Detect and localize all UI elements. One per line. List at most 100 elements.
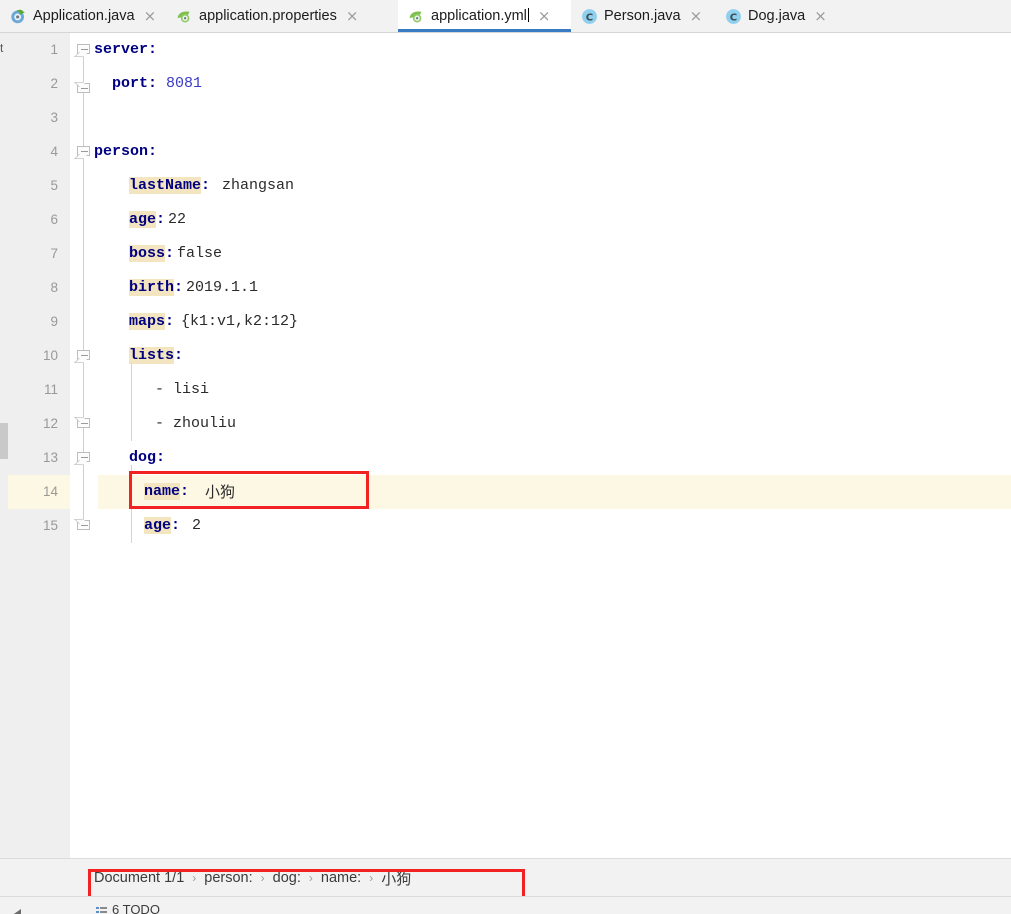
code-token-key: lists: <box>129 347 184 364</box>
status-todo-item[interactable]: 6 TODO <box>95 902 160 914</box>
line-number: 2 <box>50 76 58 91</box>
fold-minus-box <box>77 452 90 462</box>
gutter-line: 11 <box>8 373 70 407</box>
status-run-item[interactable] <box>10 905 27 914</box>
todo-list-icon <box>96 906 107 913</box>
indent-guide <box>131 465 132 543</box>
tab-application-properties[interactable]: application.properties × <box>166 0 398 32</box>
minus-icon <box>81 525 88 526</box>
gutter-line: 15 <box>8 509 70 543</box>
tab-label: application.yml <box>431 8 529 24</box>
code-editor[interactable]: t 1 2 3 4 5 6 7 8 9 10 11 12 13 14 15 se… <box>0 33 1011 858</box>
editor-tab-bar: Application.java × application.propertie… <box>0 0 1011 33</box>
code-line[interactable]: maps: {k1:v1,k2:12} <box>98 305 1011 339</box>
fold-marker-lists[interactable] <box>77 350 90 363</box>
code-token-key: server: <box>94 41 158 58</box>
code-token-seq-item: - zhouliu <box>155 415 237 432</box>
fold-minus-box <box>77 520 90 530</box>
line-number: 15 <box>42 518 58 533</box>
spring-boot-run-icon <box>11 9 25 23</box>
code-token-value: zhangsan <box>222 177 295 194</box>
code-token-seq-item: - lisi <box>155 381 210 398</box>
code-line[interactable]: - lisi <box>98 373 1011 407</box>
code-line[interactable]: birth: 2019.1.1 <box>98 271 1011 305</box>
line-number: 7 <box>50 246 58 261</box>
minus-icon <box>81 355 88 356</box>
code-token-key: boss: <box>129 245 175 262</box>
code-line[interactable]: port: 8081 <box>98 67 1011 101</box>
gutter-line: 3 <box>8 101 70 135</box>
code-token-key: maps: <box>129 313 175 330</box>
code-token-key: dog: <box>129 449 166 466</box>
code-token-key: birth: <box>129 279 184 296</box>
svg-text:C: C <box>730 12 737 23</box>
line-number: 5 <box>50 178 58 193</box>
close-icon[interactable]: × <box>535 8 551 24</box>
chevron-right-icon: › <box>308 871 313 885</box>
breadcrumb-item-person[interactable]: person: <box>204 870 252 886</box>
minus-icon <box>81 151 88 152</box>
fold-marker-server[interactable] <box>77 44 90 57</box>
code-line[interactable]: lastName: zhangsan <box>98 169 1011 203</box>
close-icon[interactable]: × <box>811 8 827 24</box>
tab-label: Person.java <box>604 8 681 24</box>
code-token-value: {k1:v1,k2:12} <box>181 313 299 330</box>
code-line[interactable]: lists: <box>98 339 1011 373</box>
line-number: 11 <box>43 382 58 397</box>
gutter-line: 1 <box>8 33 70 67</box>
line-number-gutter: 1 2 3 4 5 6 7 8 9 10 11 12 13 14 15 <box>8 33 70 858</box>
code-line[interactable]: boss: false <box>98 237 1011 271</box>
gutter-line: 7 <box>8 237 70 271</box>
line-number: 13 <box>42 450 58 465</box>
tab-dog-java[interactable]: C Dog.java × <box>715 0 838 32</box>
code-token-value: 小狗 <box>205 483 236 501</box>
code-line[interactable]: person: <box>94 135 1011 169</box>
code-line[interactable]: age: 2 <box>98 509 1011 543</box>
fold-marker-dog[interactable] <box>77 452 90 465</box>
code-token-key: lastName: <box>129 177 211 194</box>
gutter-line: 9 <box>8 305 70 339</box>
code-text-area[interactable]: server: port: 8081 person: lastName: zha… <box>94 33 1011 858</box>
gutter-line: 10 <box>8 339 70 373</box>
tab-application-yml[interactable]: application.yml × <box>398 0 571 32</box>
breadcrumb-item-dog[interactable]: dog: <box>273 870 301 886</box>
left-tool-rail: t <box>0 33 8 858</box>
minus-icon <box>81 88 88 89</box>
breadcrumb-item-value[interactable]: 小狗 <box>381 868 411 889</box>
gutter-line: 4 <box>8 135 70 169</box>
code-line[interactable]: - zhouliu <box>98 407 1011 441</box>
code-line[interactable]: age: 22 <box>98 203 1011 237</box>
java-class-icon: C <box>582 8 597 24</box>
tab-application-java[interactable]: Application.java × <box>0 0 166 32</box>
breadcrumb-item-document[interactable]: Document 1/1 <box>94 870 184 886</box>
code-line-current[interactable]: name: 小狗 <box>98 475 1011 509</box>
tool-window-label: t <box>0 41 4 55</box>
minus-icon <box>81 423 88 424</box>
code-line-blank[interactable] <box>98 101 1011 135</box>
close-icon[interactable]: × <box>687 8 703 24</box>
fold-marker-port-end[interactable] <box>77 83 90 96</box>
run-triangle-icon <box>13 909 21 914</box>
spring-leaf-icon <box>177 10 190 22</box>
line-number: 9 <box>50 314 58 329</box>
indent-guide <box>131 363 132 441</box>
minus-icon <box>81 457 88 458</box>
text-caret-icon <box>527 8 529 22</box>
line-number: 14 <box>42 484 58 499</box>
gutter-line: 12 <box>8 407 70 441</box>
fold-marker-person[interactable] <box>77 146 90 159</box>
fold-marker-dog-end[interactable] <box>77 520 90 533</box>
breadcrumb-item-name[interactable]: name: <box>321 870 361 886</box>
fold-minus-box <box>77 83 90 93</box>
code-line[interactable]: dog: <box>98 441 1011 475</box>
tab-person-java[interactable]: C Person.java × <box>571 0 715 32</box>
java-class-icon: C <box>726 8 741 24</box>
code-token-value: 2 <box>192 517 202 534</box>
code-token-key: age: <box>144 517 181 534</box>
close-icon[interactable]: × <box>343 8 359 24</box>
vertical-scrollbar-thumb[interactable] <box>0 423 8 459</box>
close-icon[interactable]: × <box>141 8 157 24</box>
chevron-right-icon: › <box>260 871 265 885</box>
code-line[interactable]: server: <box>94 33 1011 67</box>
fold-marker-lists-end[interactable] <box>77 418 90 431</box>
